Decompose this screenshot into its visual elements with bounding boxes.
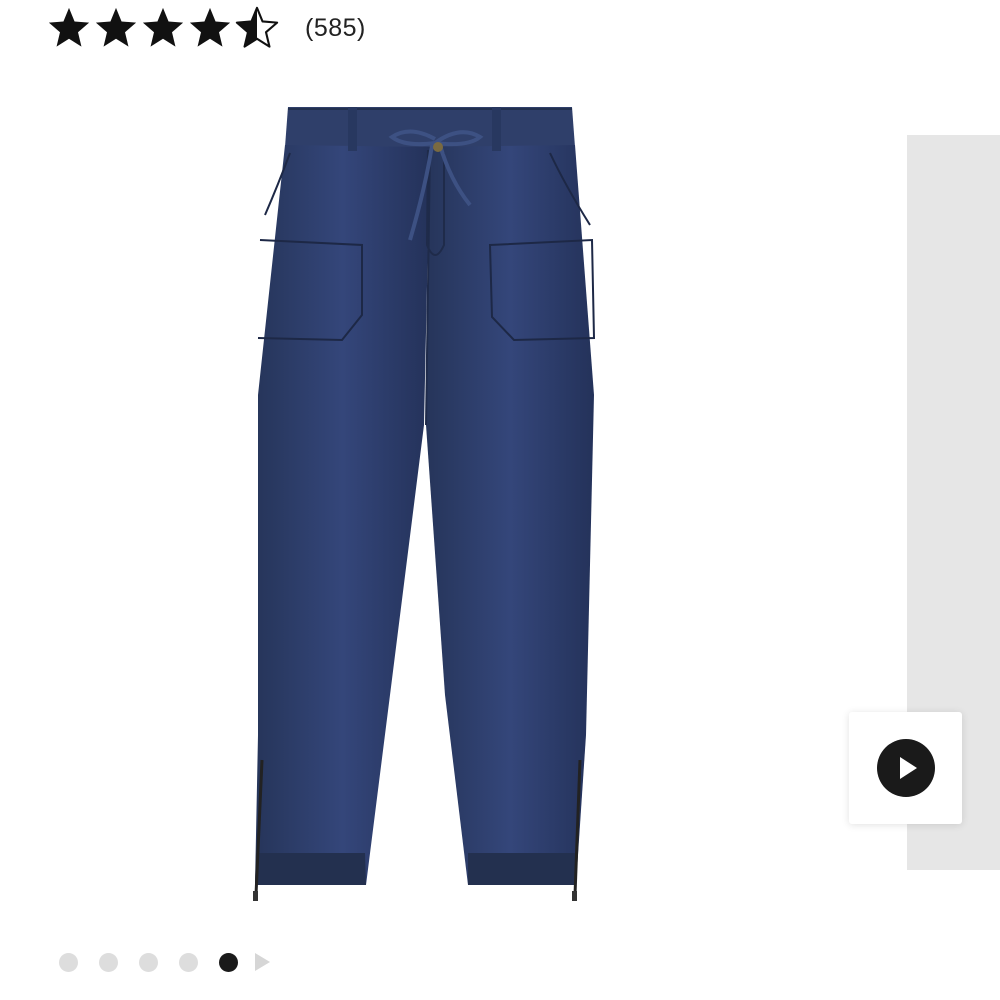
product-rating[interactable]: (585) <box>46 4 366 52</box>
star-full-icon <box>142 7 184 47</box>
star-full-icon <box>48 7 90 47</box>
play-video-button[interactable] <box>849 712 962 824</box>
chevron-right-icon[interactable] <box>255 953 270 971</box>
carousel-dot-active[interactable] <box>219 952 238 972</box>
play-icon <box>876 739 935 797</box>
carousel-dot[interactable] <box>99 952 118 972</box>
carousel-dot[interactable] <box>179 952 198 972</box>
carousel-dot[interactable] <box>59 952 78 972</box>
star-rating <box>46 5 281 51</box>
review-count[interactable]: (585) <box>305 14 366 43</box>
pants-product-image[interactable] <box>230 95 620 910</box>
star-full-icon <box>189 7 231 47</box>
carousel-pagination <box>59 950 270 974</box>
star-full-icon <box>95 7 137 47</box>
product-gallery-page: (585) <box>0 0 1000 1000</box>
carousel-dot[interactable] <box>139 952 158 972</box>
star-half-icon <box>235 6 279 48</box>
